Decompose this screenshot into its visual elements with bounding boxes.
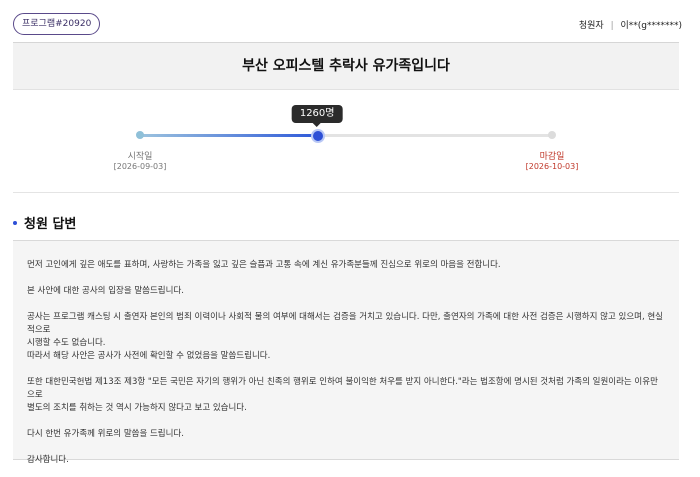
end-label: 마감일 (539, 152, 565, 162)
progress-start-dot (136, 131, 144, 139)
answer-line: 공사는 프로그램 캐스팅 시 출연자 본인의 범죄 이력이나 사회적 물의 여부… (27, 312, 663, 335)
signature-progress: 1260명 시작일 [2026-09-03] 마감일 [2026-10-03] (13, 89, 679, 193)
petitioner-name: 이**(g*******) (620, 21, 682, 31)
answer-line: 본 사안에 대한 공사의 입장을 말씀드립니다. (27, 286, 184, 296)
answer-line: 시행할 수도 없습니다. (27, 338, 106, 348)
petitioner-separator: | (610, 21, 614, 31)
answer-line: 감사합니다. (27, 455, 69, 465)
petition-title: 부산 오피스텔 추락사 유가족입니다 (242, 58, 450, 74)
answer-line: 따라서 해당 사안은 공사가 사전에 확인할 수 없었음을 말씀드립니다. (27, 351, 271, 361)
progress-end-dot (548, 131, 556, 139)
petitioner-info: 청원자 | 이**(g*******) (579, 18, 682, 31)
progress-track (140, 134, 552, 137)
answer-section-title: 청원 답변 (13, 213, 76, 232)
answer-title-text: 청원 답변 (24, 217, 77, 232)
progress-current-dot (311, 129, 326, 143)
signature-count-bubble: 1260명 (291, 105, 343, 127)
answer-line: 다시 한번 유가족께 위로의 말씀을 드립니다. (27, 429, 184, 439)
answer-line: 먼저 고인에게 깊은 애도를 표하며, 사랑하는 가족을 잃고 깊은 슬픔과 고… (27, 260, 501, 270)
petition-title-bar: 부산 오피스텔 추락사 유가족입니다 (13, 42, 679, 90)
top-bar: 프로그램#20920 청원자 | 이**(g*******) (0, 0, 700, 42)
start-label: 시작일 (127, 152, 153, 162)
answer-line: 또한 대한민국헌법 제13조 제3항 "모든 국민은 자기의 행위가 아닌 친족… (27, 377, 658, 400)
start-date: [2026-09-03] (113, 162, 167, 171)
answer-content: 먼저 고인에게 깊은 애도를 표하며, 사랑하는 가족을 잃고 깊은 슬픔과 고… (13, 240, 679, 465)
bullet-icon (13, 220, 17, 225)
end-date: [2026-10-03] (525, 162, 579, 171)
answer-line: 별도의 조치를 취하는 것 역시 가능하지 않다고 보고 있습니다. (27, 403, 247, 413)
progress-fill (140, 134, 318, 137)
petitioner-label: 청원자 (578, 21, 604, 31)
program-id-badge[interactable]: 프로그램#20920 (13, 13, 101, 35)
